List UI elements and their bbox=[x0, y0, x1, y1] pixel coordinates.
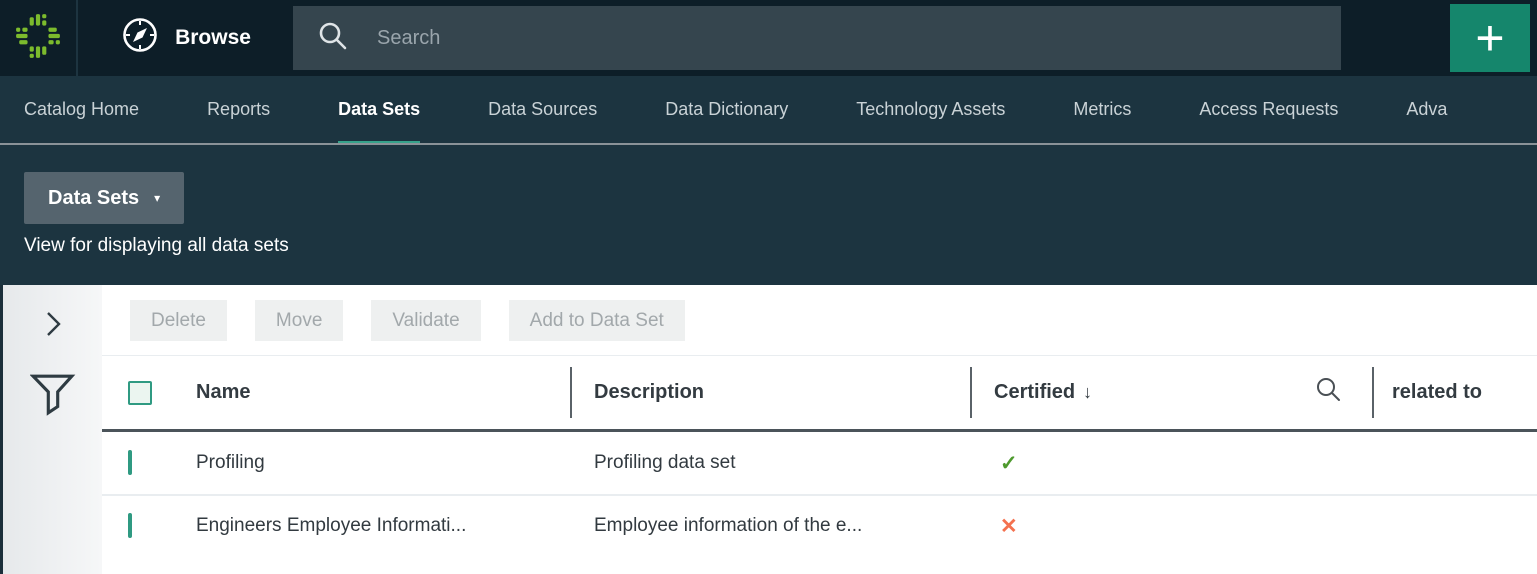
row-select-cell bbox=[102, 515, 196, 537]
select-all-cell bbox=[102, 356, 196, 429]
search-icon bbox=[317, 20, 349, 57]
row-select-cell bbox=[102, 452, 196, 474]
table-row[interactable]: Engineers Employee Informati... Employee… bbox=[102, 494, 1537, 556]
filter-sidebar bbox=[3, 285, 102, 574]
tab-data-sets[interactable]: Data Sets bbox=[338, 76, 420, 143]
tab-technology-assets[interactable]: Technology Assets bbox=[856, 76, 1005, 143]
expand-sidebar-button[interactable] bbox=[42, 309, 64, 339]
column-header-description[interactable]: Description bbox=[570, 356, 970, 429]
tab-access-requests[interactable]: Access Requests bbox=[1199, 76, 1338, 143]
tab-catalog-home[interactable]: Catalog Home bbox=[24, 76, 139, 143]
add-button[interactable]: + bbox=[1450, 4, 1530, 72]
row-checkbox[interactable] bbox=[128, 450, 132, 475]
table-row[interactable]: Profiling Profiling data set ✓ bbox=[102, 432, 1537, 494]
compass-icon bbox=[120, 15, 160, 61]
chevron-right-icon bbox=[42, 327, 64, 342]
app-logo[interactable] bbox=[0, 0, 78, 76]
page-title: Data Sets bbox=[48, 187, 139, 210]
data-set-description: Employee information of the e... bbox=[570, 515, 970, 537]
data-set-name-link[interactable]: Profiling bbox=[196, 452, 570, 474]
catalog-nav: Catalog Home Reports Data Sets Data Sour… bbox=[0, 76, 1537, 145]
table-header-row: Name Description Certified ↓ related to bbox=[102, 355, 1537, 432]
view-description: View for displaying all data sets bbox=[24, 235, 1537, 257]
filter-funnel-icon bbox=[30, 406, 76, 421]
delete-button[interactable]: Delete bbox=[130, 300, 227, 341]
data-set-description: Profiling data set bbox=[570, 452, 970, 474]
add-to-data-set-button[interactable]: Add to Data Set bbox=[509, 300, 685, 341]
data-sets-table: Name Description Certified ↓ related to bbox=[102, 355, 1537, 556]
not-certified-cross-icon: ✕ bbox=[994, 515, 1018, 538]
data-sets-main: Delete Move Validate Add to Data Set Nam… bbox=[102, 285, 1537, 574]
validate-button[interactable]: Validate bbox=[371, 300, 480, 341]
tab-reports[interactable]: Reports bbox=[207, 76, 270, 143]
certified-check-icon: ✓ bbox=[994, 452, 1018, 475]
select-all-checkbox[interactable] bbox=[128, 381, 152, 405]
content-area: Delete Move Validate Add to Data Set Nam… bbox=[0, 285, 1537, 574]
alation-logo-icon bbox=[14, 12, 62, 65]
certified-header-label: Certified bbox=[994, 381, 1075, 404]
bulk-actions-toolbar: Delete Move Validate Add to Data Set bbox=[102, 285, 1537, 355]
tab-data-sources[interactable]: Data Sources bbox=[488, 76, 597, 143]
page-header: Data Sets ▾ View for displaying all data… bbox=[0, 145, 1537, 285]
row-checkbox[interactable] bbox=[128, 513, 132, 538]
column-header-related-to[interactable]: related to bbox=[1372, 356, 1537, 429]
tab-advanced-truncated[interactable]: Adva bbox=[1406, 76, 1447, 143]
sort-descending-icon: ↓ bbox=[1083, 382, 1092, 403]
topbar-spacer bbox=[1341, 0, 1450, 76]
data-sets-view-dropdown[interactable]: Data Sets ▾ bbox=[24, 172, 184, 224]
tab-metrics[interactable]: Metrics bbox=[1073, 76, 1131, 143]
filter-button[interactable] bbox=[30, 372, 76, 418]
certified-cell: ✕ bbox=[970, 514, 1372, 539]
column-search-icon[interactable] bbox=[1315, 376, 1342, 409]
move-button[interactable]: Move bbox=[255, 300, 343, 341]
browse-button[interactable]: Browse bbox=[78, 0, 293, 76]
global-search-bar[interactable] bbox=[293, 6, 1341, 70]
column-header-name[interactable]: Name bbox=[196, 356, 570, 429]
tab-data-dictionary[interactable]: Data Dictionary bbox=[665, 76, 788, 143]
data-set-name-link[interactable]: Engineers Employee Informati... bbox=[196, 515, 570, 537]
search-input[interactable] bbox=[377, 27, 1341, 50]
top-bar: Browse + bbox=[0, 0, 1537, 76]
browse-label: Browse bbox=[175, 26, 251, 50]
chevron-down-icon: ▾ bbox=[154, 191, 160, 205]
column-header-certified[interactable]: Certified ↓ bbox=[970, 356, 1372, 429]
certified-cell: ✓ bbox=[970, 451, 1372, 476]
